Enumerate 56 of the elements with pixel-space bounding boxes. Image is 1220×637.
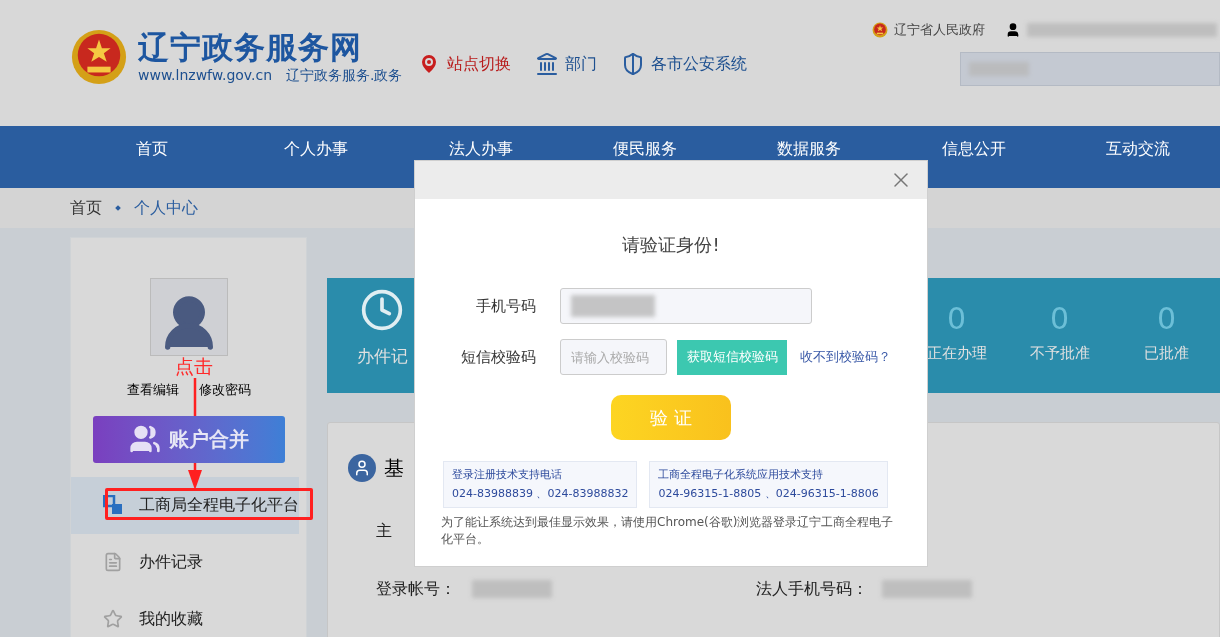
header-link[interactable]: 站点切换 bbox=[416, 52, 511, 76]
squares-icon bbox=[103, 495, 123, 515]
field-label: 手机号码 bbox=[475, 295, 536, 317]
stat-value: 0 bbox=[1156, 302, 1177, 336]
nav-link[interactable]: 互动交流 bbox=[1055, 139, 1220, 158]
support-title: 工商全程电子化系统应用技术支持 bbox=[658, 467, 825, 483]
field-label: 法人手机号码： bbox=[756, 578, 869, 600]
stat-label: 不予批准 bbox=[1029, 343, 1090, 364]
sidebar-item[interactable]: 我的收藏 bbox=[71, 590, 306, 637]
search-field[interactable] bbox=[960, 51, 1220, 86]
browser-note: 为了能让系统达到最佳显示效果，请使用Chrome(谷歌)浏览器登录辽宁工商全程电子化平台。 bbox=[440, 514, 895, 548]
support-phones: 024-83988839 、024-83988832 bbox=[452, 485, 629, 502]
profile-icon bbox=[348, 454, 376, 482]
gov-link[interactable]: 辽宁省人民政府 bbox=[894, 20, 985, 40]
user-icon bbox=[1005, 21, 1021, 38]
card-title: 基 bbox=[384, 455, 404, 482]
field-label: 登录帐号： bbox=[376, 578, 457, 600]
site-slogan: 辽宁政务服务.政务 bbox=[286, 66, 403, 84]
stat-label: 办件记 bbox=[356, 345, 408, 368]
sidebar-item[interactable]: 工商局全程电子化平台 bbox=[71, 476, 299, 534]
code-field[interactable]: 请输入校验码 bbox=[560, 339, 667, 375]
emblem-icon bbox=[872, 21, 888, 38]
nav-link[interactable]: 法人办事 bbox=[398, 139, 563, 158]
header-link[interactable]: 各市公安系统 bbox=[620, 52, 747, 76]
nav-link[interactable]: 个人办事 bbox=[234, 139, 399, 158]
people-icon bbox=[128, 423, 161, 455]
phone-field[interactable] bbox=[560, 288, 812, 324]
support-phones: 024-96315-1-8805 、024-96315-1-8806 bbox=[658, 485, 879, 502]
nav-link[interactable]: 便民服务 bbox=[562, 139, 728, 158]
star-icon bbox=[103, 609, 123, 629]
stat-label: 正在办理 bbox=[926, 343, 987, 364]
stat-label: 已批准 bbox=[1144, 343, 1189, 364]
sidebar-item[interactable]: 办件记录 bbox=[71, 533, 306, 591]
nav-link[interactable]: 数据服务 bbox=[727, 139, 892, 158]
dialog-title: 请验证身份! bbox=[622, 233, 720, 257]
stat-value: 0 bbox=[1049, 302, 1070, 336]
field-label: 主 bbox=[376, 521, 392, 540]
breadcrumb-link[interactable]: 个人中心 bbox=[134, 196, 198, 220]
field-label: 短信校验码 bbox=[460, 346, 536, 368]
header-link[interactable]: 部门 bbox=[534, 52, 597, 76]
building-icon bbox=[534, 52, 559, 76]
annotation-label: 点击 bbox=[175, 354, 213, 379]
clock-icon bbox=[360, 288, 404, 332]
nav-link[interactable]: 信息公开 bbox=[891, 139, 1056, 158]
document-icon bbox=[103, 552, 123, 572]
profile-link[interactable]: 修改密码 bbox=[198, 380, 251, 400]
nav-link[interactable]: 首页 bbox=[70, 139, 235, 158]
help-link[interactable]: 收不到校验码？ bbox=[800, 347, 891, 367]
site-title: 辽宁政务服务网 bbox=[138, 28, 363, 66]
profile-link[interactable]: 查看编辑 bbox=[126, 380, 179, 400]
site-url: www.lnzwfw.gov.cn bbox=[138, 66, 273, 84]
support-title: 登录注册技术支持电话 bbox=[452, 467, 563, 483]
breadcrumb-link[interactable]: 首页 bbox=[70, 196, 102, 220]
emblem-icon bbox=[70, 28, 128, 86]
stat-value: 0 bbox=[946, 302, 967, 336]
account-merge-banner[interactable]: 账户合并 bbox=[92, 415, 285, 463]
